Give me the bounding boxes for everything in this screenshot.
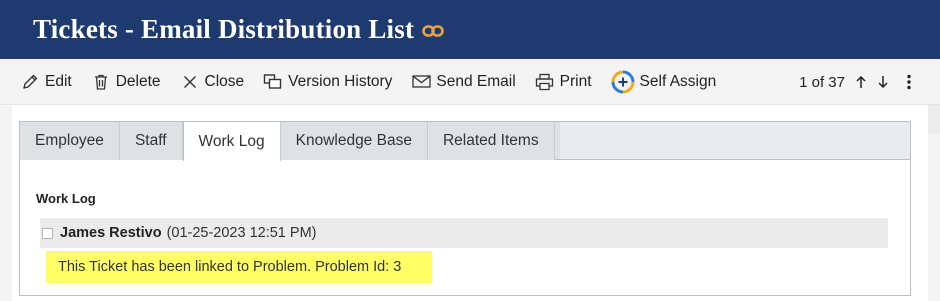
tab-employee[interactable]: Employee (20, 122, 120, 160)
tab-knowledge-base[interactable]: Knowledge Base (280, 122, 428, 160)
delete-label: Delete (115, 72, 161, 90)
self-assign-icon (611, 70, 635, 94)
entry-checkbox[interactable] (42, 227, 53, 239)
self-assign-label: Self Assign (639, 72, 717, 90)
close-button[interactable]: Close (180, 72, 245, 92)
tab-work-log[interactable]: Work Log (182, 122, 281, 161)
arrow-down-icon[interactable] (877, 75, 889, 89)
more-vertical-icon[interactable] (906, 74, 912, 90)
tab-related-items[interactable]: Related Items (427, 122, 555, 160)
tab-bar-empty-area (560, 122, 910, 160)
work-log-entry-header: James Restivo (01-25-2023 12:51 PM) (40, 218, 888, 248)
trash-icon (91, 72, 111, 92)
delete-button[interactable]: Delete (91, 72, 161, 92)
section-heading: Work Log (36, 191, 96, 206)
tab-label: Employee (35, 132, 104, 149)
entry-author: James Restivo (60, 225, 162, 241)
version-history-button[interactable]: Version History (263, 72, 392, 92)
pencil-icon (20, 72, 40, 92)
entry-timestamp: (01-25-2023 12:51 PM) (166, 225, 317, 241)
page-header: Tickets - Email Distribution List (0, 0, 940, 59)
send-email-button[interactable]: Send Email (411, 72, 516, 92)
tab-label: Related Items (442, 132, 539, 149)
print-button[interactable]: Print (535, 72, 592, 92)
print-label: Print (559, 72, 592, 90)
close-icon (180, 72, 200, 92)
entry-message: This Ticket has been linked to Problem. … (46, 251, 432, 283)
vertical-scrollbar[interactable] (928, 105, 940, 301)
edit-label: Edit (45, 72, 72, 90)
work-log-content: Work Log James Restivo (01-25-2023 12:51… (20, 160, 910, 295)
edit-button[interactable]: Edit (20, 72, 72, 92)
details-panel: Employee Staff Work Log Knowledge Base R… (19, 121, 911, 296)
tab-label: Work Log (198, 132, 265, 150)
printer-icon (535, 72, 555, 92)
self-assign-button[interactable]: Self Assign (611, 70, 717, 94)
send-email-label: Send Email (436, 72, 516, 90)
toolbar: Edit Delete Close Version History Send E… (0, 59, 940, 105)
version-history-icon (263, 72, 283, 92)
tab-label: Knowledge Base (295, 132, 412, 149)
envelope-icon (411, 72, 431, 92)
pager-count: 1 of 37 (799, 73, 845, 91)
arrow-up-icon[interactable] (855, 75, 867, 89)
page-title: Tickets - Email Distribution List (33, 14, 415, 44)
scrollbar-thumb[interactable] (928, 105, 940, 133)
record-pager: 1 of 37 (799, 59, 912, 105)
left-gutter (0, 105, 12, 301)
tab-bar: Employee Staff Work Log Knowledge Base R… (20, 122, 560, 161)
link-icon[interactable] (422, 24, 444, 38)
tab-label: Staff (134, 132, 167, 149)
version-history-label: Version History (288, 72, 393, 90)
close-label: Close (204, 72, 245, 90)
tab-staff[interactable]: Staff (119, 122, 183, 160)
